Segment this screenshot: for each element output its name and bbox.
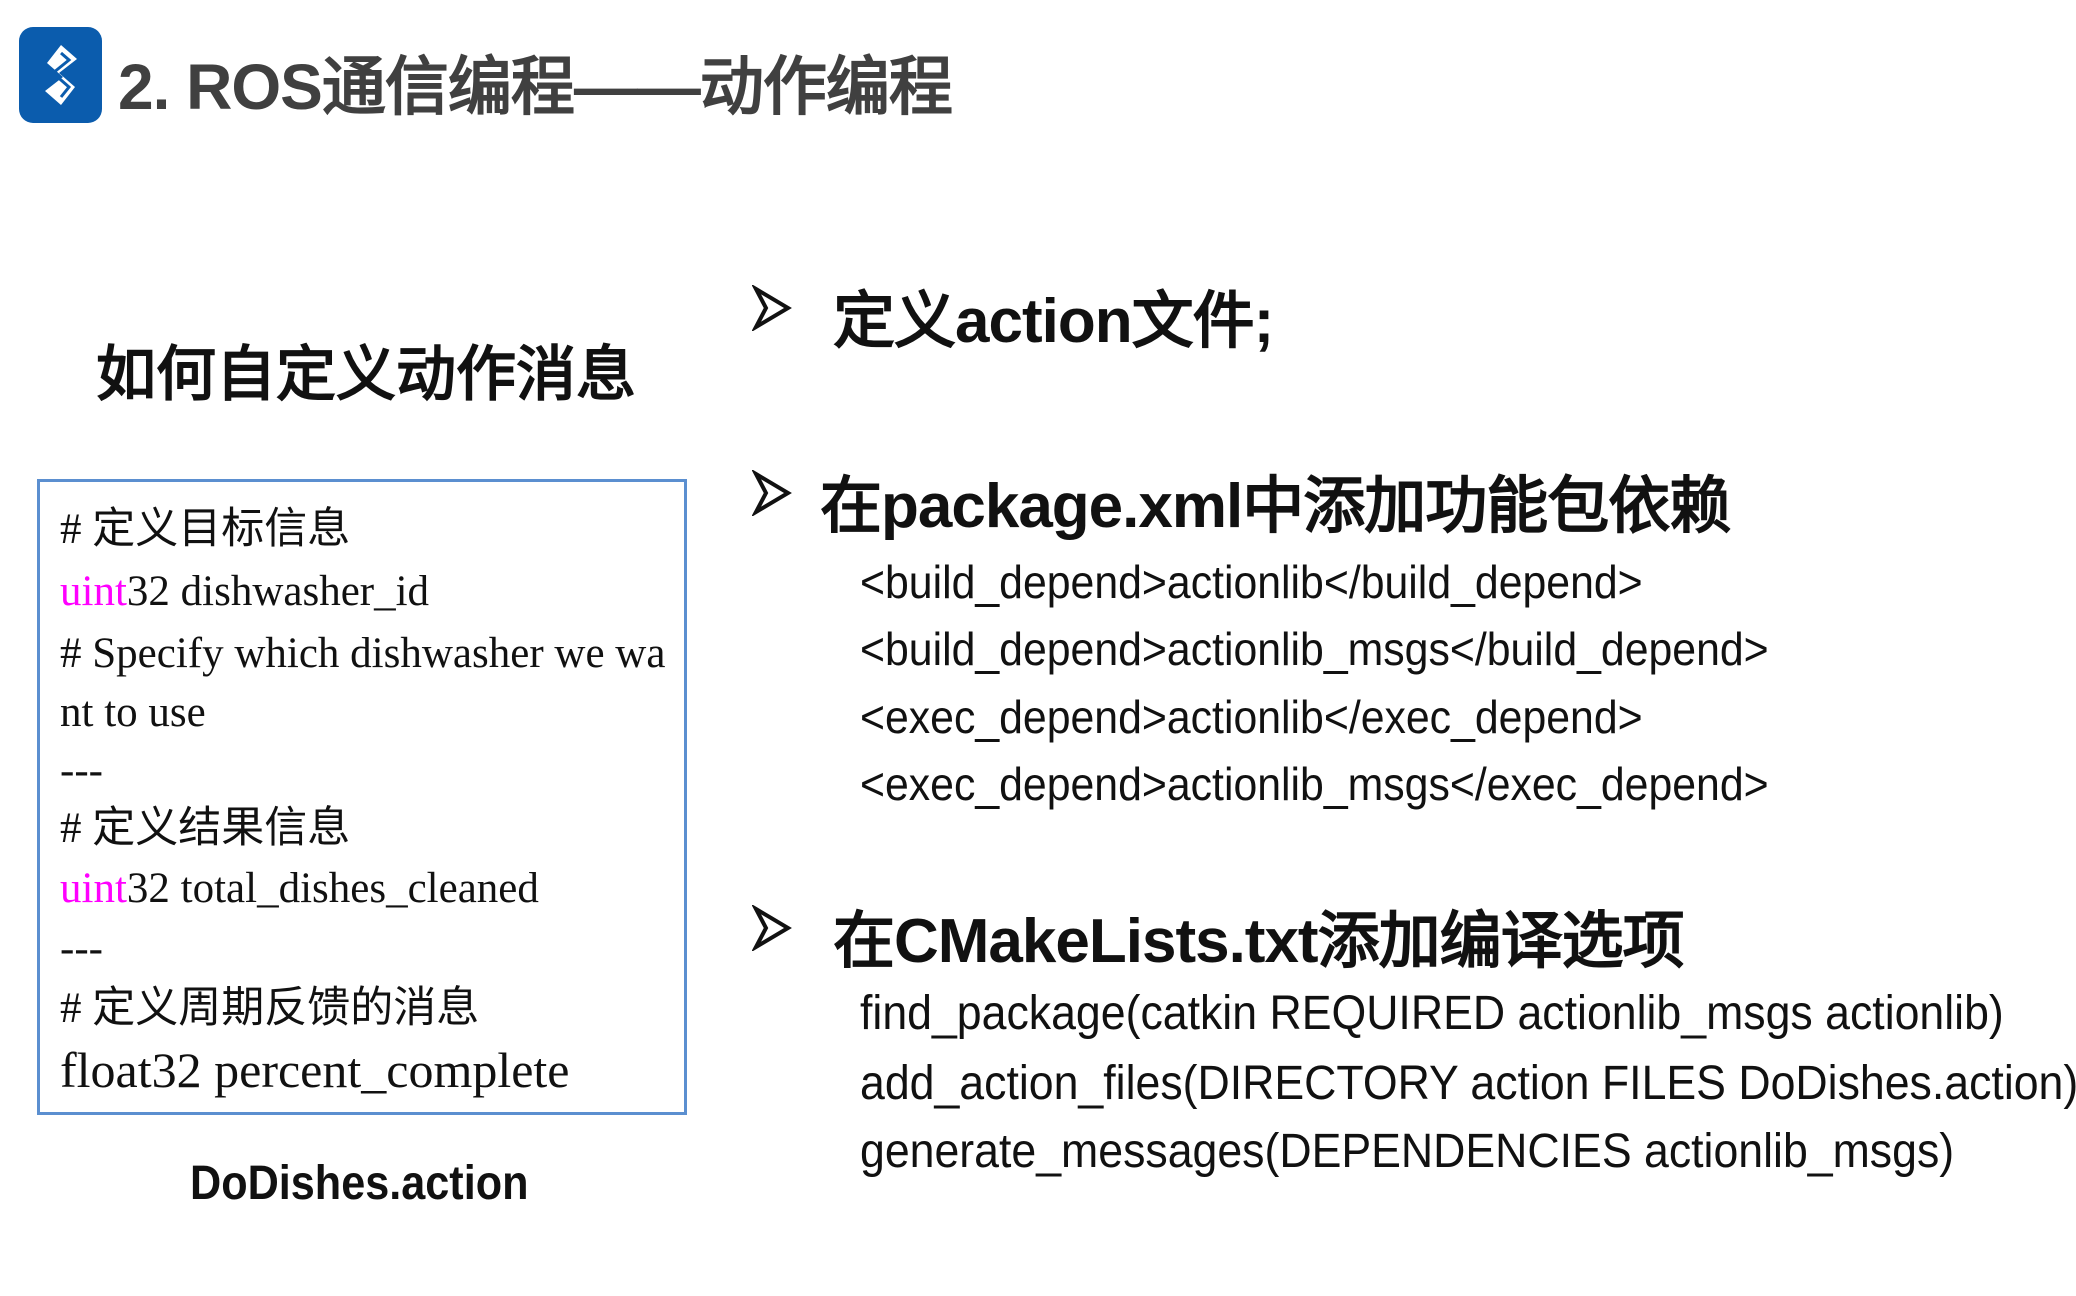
action-code-box: # 定义目标信息 uint32 dishwasher_id # Specify … — [37, 479, 687, 1115]
code-line: # Specify which dishwasher we wa — [60, 630, 666, 677]
cmake-line: find_package(catkin REQUIRED actionlib_m… — [860, 987, 2004, 1040]
dependency-line: <build_depend>actionlib</build_depend> — [860, 556, 1643, 608]
dollar-s-logo-icon — [45, 45, 77, 105]
code-line: # 定义目标信息 — [60, 506, 351, 553]
dependency-line: <build_depend>actionlib_msgs</build_depe… — [860, 623, 1769, 675]
code-line: --- — [60, 747, 103, 794]
code-line: # 定义结果信息 — [60, 805, 351, 852]
section-title: 定义action文件; — [833, 287, 1274, 356]
code-keyword: uint — [60, 865, 127, 912]
dependency-line: <exec_depend>actionlib_msgs</exec_depend… — [860, 758, 1769, 810]
code-line: --- — [60, 925, 103, 972]
section-title: 在CMakeLists.txt添加编译选项 — [833, 907, 1685, 976]
page-title: 2. ROS通信编程——动作编程 — [118, 51, 953, 123]
code-line: nt to use — [60, 689, 206, 736]
code-line: float32 percent_complete — [60, 1042, 570, 1098]
arrow-bullet-icon — [752, 285, 792, 331]
code-line: uint32 dishwasher_id — [60, 568, 430, 615]
arrow-bullet-icon — [752, 470, 792, 516]
code-line: # 定义周期反馈的消息 — [60, 985, 480, 1032]
file-caption: DoDishes.action — [190, 1157, 529, 1210]
logo — [19, 27, 102, 123]
cmake-line: add_action_files(DIRECTORY action FILES … — [860, 1057, 2076, 1110]
arrow-bullet-icon — [752, 905, 792, 951]
dependency-line: <exec_depend>actionlib</exec_depend> — [860, 691, 1643, 743]
section-title: 在package.xml中添加功能包依赖 — [820, 472, 1731, 541]
code-line: uint32 total_dishes_cleaned — [60, 865, 539, 912]
section-heading-custom-action: 如何自定义动作消息 — [96, 341, 636, 408]
code-keyword: uint — [60, 568, 127, 615]
cmake-line: generate_messages(DEPENDENCIES actionlib… — [860, 1125, 1955, 1178]
